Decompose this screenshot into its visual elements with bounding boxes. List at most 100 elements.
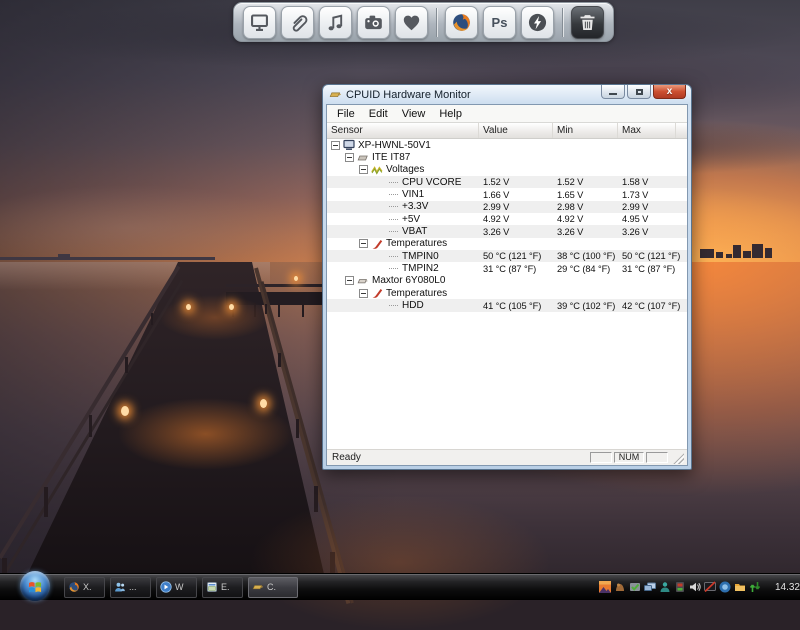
- trash-icon: [577, 12, 598, 33]
- sensor-label: TMPIN0: [402, 251, 439, 262]
- dock-button-firefox[interactable]: [445, 6, 478, 39]
- column-header-max[interactable]: Max: [618, 123, 676, 138]
- sensor-cell: XP-HWNL-50V1: [327, 139, 479, 151]
- dual-monitor-icon[interactable]: [644, 581, 656, 593]
- table-row[interactable]: +5V4.92 V4.92 V4.95 V: [327, 213, 687, 225]
- pier-lamp: [121, 406, 129, 416]
- table-row[interactable]: Voltages: [327, 164, 687, 176]
- dock-button-lightning[interactable]: [521, 6, 554, 39]
- pier-lamp: [260, 399, 267, 408]
- tree-connector: [389, 305, 398, 306]
- title-bar[interactable]: CPUID Hardware Monitor x: [326, 85, 688, 104]
- taskbar-button-messenger[interactable]: ...: [110, 577, 151, 598]
- taskbar-button-media-player[interactable]: W: [156, 577, 197, 598]
- wallpaper-shoreline: [58, 254, 70, 257]
- badge-icon[interactable]: [629, 581, 641, 593]
- tree-connector: [389, 268, 398, 269]
- dock-button-heart[interactable]: [395, 6, 428, 39]
- task-button-label: C.: [267, 582, 276, 592]
- expand-toggle[interactable]: [359, 165, 368, 174]
- pier-post: [125, 357, 128, 373]
- table-row[interactable]: TMPIN050 °C (121 °F)38 °C (100 °F)50 °C …: [327, 250, 687, 262]
- maximize-button[interactable]: [627, 85, 651, 99]
- table-row[interactable]: TMPIN231 °C (87 °F)29 °C (84 °F)31 °C (8…: [327, 262, 687, 274]
- dock-button-music-note[interactable]: [319, 6, 352, 39]
- minimize-button[interactable]: [601, 85, 625, 99]
- menu-help[interactable]: Help: [432, 107, 469, 121]
- transfer-arrows-icon[interactable]: [749, 581, 761, 593]
- animal-icon[interactable]: [614, 581, 626, 593]
- dock-button-photoshop[interactable]: Ps: [483, 6, 516, 39]
- disk-icon: [357, 275, 369, 287]
- max-cell: 31 °C (87 °F): [618, 264, 676, 274]
- menu-view[interactable]: View: [395, 107, 433, 121]
- table-row[interactable]: CPU VCORE1.52 V1.52 V1.58 V: [327, 176, 687, 188]
- taskbar-clock[interactable]: 14.32: [775, 582, 800, 593]
- person-icon[interactable]: [659, 581, 671, 593]
- menu-file[interactable]: File: [330, 107, 362, 121]
- expand-toggle[interactable]: [345, 276, 354, 285]
- taskbar-button-document[interactable]: E.: [202, 577, 243, 598]
- taskbar-button-firefox[interactable]: X.: [64, 577, 105, 598]
- table-row[interactable]: XP-HWNL-50V1: [327, 139, 687, 151]
- menu-edit[interactable]: Edit: [362, 107, 395, 121]
- dock-button-paperclip[interactable]: [281, 6, 314, 39]
- dock-divider: [436, 8, 437, 37]
- column-header-row: Sensor Value Min Max: [327, 123, 687, 139]
- expand-toggle[interactable]: [331, 141, 340, 150]
- expand-toggle[interactable]: [359, 239, 368, 248]
- column-header-sensor[interactable]: Sensor: [327, 123, 479, 138]
- task-button-label: E.: [221, 582, 230, 592]
- taskbar-button-cpuid[interactable]: C.: [248, 577, 298, 598]
- expand-toggle[interactable]: [345, 153, 354, 162]
- dock-divider: [562, 8, 563, 37]
- sensor-cell: TMPIN0: [327, 251, 479, 262]
- table-row[interactable]: Temperatures: [327, 287, 687, 299]
- photo-icon[interactable]: [599, 581, 611, 593]
- disc-icon[interactable]: [719, 581, 731, 593]
- city-building: [733, 245, 741, 258]
- firefox-icon: [451, 12, 472, 33]
- pier-lamp: [186, 304, 191, 310]
- start-button[interactable]: [20, 571, 50, 601]
- resize-grip[interactable]: [672, 452, 684, 464]
- min-cell: 3.26 V: [553, 227, 618, 237]
- dock-button-camera[interactable]: [357, 6, 390, 39]
- firefox-icon: [68, 581, 80, 593]
- task-button-strip: X.... W E. C.: [64, 577, 298, 598]
- expand-toggle[interactable]: [359, 289, 368, 298]
- table-row[interactable]: VBAT3.26 V3.26 V3.26 V: [327, 225, 687, 237]
- pier-post: [151, 313, 153, 325]
- city-building: [752, 244, 763, 258]
- column-header-filler: [676, 123, 687, 138]
- maximize-icon: [636, 89, 643, 95]
- tree-connector: [389, 256, 398, 257]
- sensor-cell: VBAT: [327, 226, 479, 237]
- windows-flag-icon: [28, 580, 43, 593]
- status-bar: Ready NUM: [327, 449, 687, 465]
- status-panel: [590, 452, 612, 463]
- sensor-label: Temperatures: [386, 288, 447, 299]
- dock-button-computer[interactable]: [243, 6, 276, 39]
- speaker-icon[interactable]: [689, 581, 701, 593]
- display-off-icon[interactable]: [704, 581, 716, 593]
- lightning-icon: [527, 12, 548, 33]
- column-header-value[interactable]: Value: [479, 123, 553, 138]
- table-row[interactable]: VIN11.66 V1.65 V1.73 V: [327, 188, 687, 200]
- pier-lamp: [229, 304, 234, 310]
- column-header-min[interactable]: Min: [553, 123, 618, 138]
- table-row[interactable]: +3.3V2.99 V2.98 V2.99 V: [327, 201, 687, 213]
- folder-icon[interactable]: [734, 581, 746, 593]
- table-row[interactable]: ITE IT87: [327, 151, 687, 163]
- music-note-icon: [325, 12, 346, 33]
- task-button-label: W: [175, 582, 184, 592]
- dock-button-trash[interactable]: [571, 6, 604, 39]
- close-button[interactable]: x: [653, 85, 686, 99]
- city-building: [743, 251, 751, 258]
- max-cell: 42 °C (107 °F): [618, 301, 676, 311]
- memory-card-icon[interactable]: [674, 581, 686, 593]
- table-row[interactable]: Temperatures: [327, 238, 687, 250]
- table-row[interactable]: HDD41 °C (105 °F)39 °C (102 °F)42 °C (10…: [327, 299, 687, 311]
- cpuid-icon: [252, 581, 264, 593]
- table-row[interactable]: Maxtor 6Y080L0: [327, 275, 687, 287]
